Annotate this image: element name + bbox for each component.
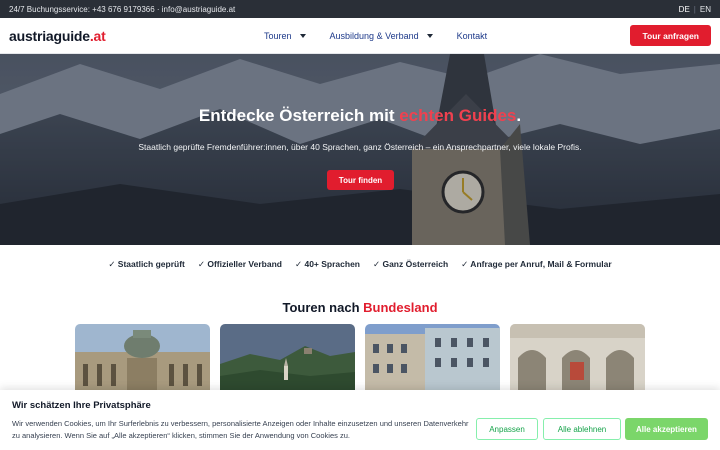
logo-text: austriaguide <box>9 27 90 44</box>
card-wachau-landscape[interactable] <box>220 324 355 394</box>
building-image <box>365 324 500 394</box>
nav-item-ausbildung[interactable]: Ausbildung & Verband <box>330 31 433 41</box>
lang-separator: | <box>693 4 696 14</box>
language-switcher: DE | EN <box>679 5 711 14</box>
logo-tld: .at <box>89 27 106 44</box>
hero-subtitle: Staatlich geprüfte Fremdenführer:innen, … <box>138 142 582 152</box>
palace-image <box>75 324 210 394</box>
card-vienna-palace[interactable] <box>75 324 210 394</box>
contact-info: 24/7 Buchungsservice: +43 676 9179366 · … <box>9 4 236 14</box>
chevron-down-icon <box>299 34 306 38</box>
section-title-main: Touren nach <box>282 300 364 315</box>
landscape-image <box>220 324 355 394</box>
hero-title-end: . <box>516 106 522 125</box>
lang-en-link[interactable]: EN <box>700 5 711 14</box>
cookie-consent-banner: Wir schätzen Ihre Privatsphäre Wir verwe… <box>0 390 720 450</box>
site-logo[interactable]: austriaguide.at <box>9 28 106 44</box>
cookie-description: Wir verwenden Cookies, um Ihr Surferlebn… <box>12 419 469 440</box>
feature-list: ✓ Staatlich geprüft ✓ Offizieller Verban… <box>0 257 720 271</box>
nav-item-touren[interactable]: Touren <box>264 31 306 41</box>
nav-item-label: Kontakt <box>456 31 488 41</box>
nav-item-label: Touren <box>264 31 292 41</box>
hero-title-main: Entdecke Österreich mit <box>198 106 400 125</box>
feature-item: ✓ Offizieller Verband <box>197 258 282 269</box>
hero-section: Entdecke Österreich mit echten Guides. S… <box>0 54 720 245</box>
tour-request-button[interactable]: Tour anfragen <box>630 25 711 46</box>
nav-item-kontakt[interactable]: Kontakt <box>457 31 488 41</box>
cookie-customize-button[interactable]: Anpassen <box>476 418 538 440</box>
lang-de-link[interactable]: DE <box>679 5 690 14</box>
feature-item: ✓ Ganz Österreich <box>372 258 449 269</box>
cookie-title: Wir schätzen Ihre Privatsphäre <box>12 400 151 411</box>
card-courtyard-arcade[interactable] <box>510 324 645 394</box>
feature-item: ✓ Anfrage per Anruf, Mail & Formular <box>461 258 612 269</box>
nav-menu: Touren Ausbildung & Verband Kontakt <box>264 18 487 54</box>
top-info-bar: 24/7 Buchungsservice: +43 676 9179366 · … <box>0 0 720 18</box>
feature-item: ✓ 40+ Sprachen <box>294 258 360 269</box>
arcade-image <box>510 324 645 394</box>
region-cards <box>75 324 645 394</box>
find-tour-button[interactable]: Tour finden <box>327 170 394 190</box>
card-salzburg-building[interactable] <box>365 324 500 394</box>
main-navigation: austriaguide.at Touren Ausbildung & Verb… <box>0 18 720 54</box>
cookie-accept-button[interactable]: Alle akzeptieren <box>625 418 708 440</box>
cookie-reject-button[interactable]: Alle ablehnen <box>543 418 621 440</box>
section-title: Touren nach Bundesland <box>0 300 720 315</box>
chevron-down-icon <box>426 34 433 38</box>
hero-title: Entdecke Österreich mit echten Guides. <box>0 106 720 126</box>
section-title-accent: Bundesland <box>363 300 438 315</box>
hero-title-accent: echten Guides <box>399 106 517 125</box>
feature-item: ✓ Staatlich geprüft <box>108 258 185 269</box>
nav-item-label: Ausbildung & Verband <box>329 31 419 41</box>
